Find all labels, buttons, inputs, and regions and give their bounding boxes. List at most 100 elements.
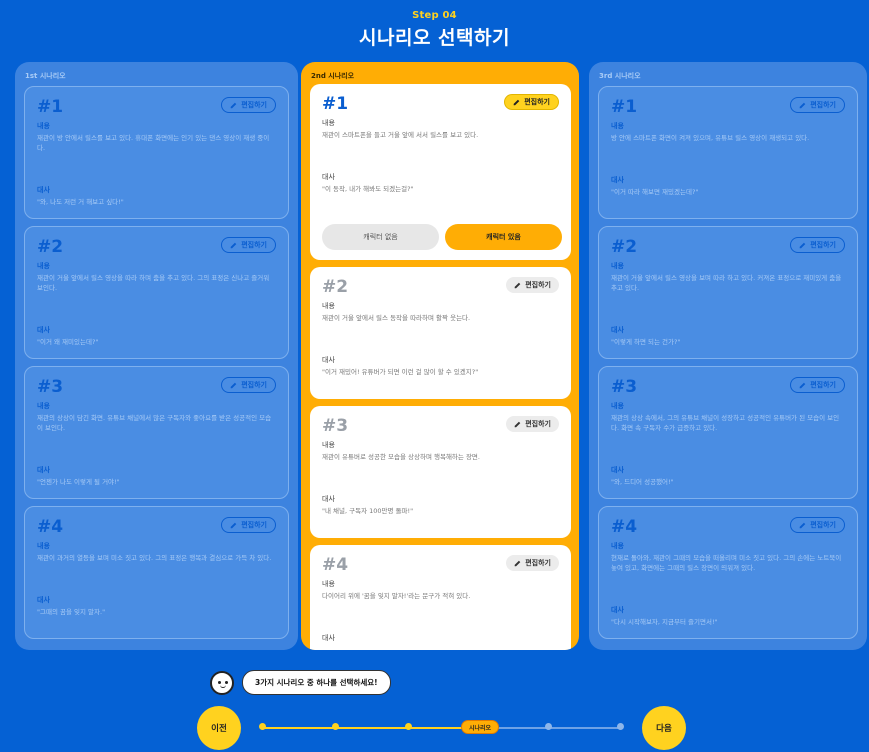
- header: Step 04 시나리오 선택하기: [0, 10, 869, 50]
- progress-step-dot: [259, 723, 266, 730]
- scenario-column-label: 2nd 시나리오: [311, 72, 355, 80]
- edit-button[interactable]: 편집하기: [506, 277, 559, 293]
- scene-card[interactable]: #4 편집하기 내용 다이어리 위에 '꿈을 잊지 말자!'라는 문구가 적혀 …: [310, 545, 571, 650]
- line-label: 대사: [37, 186, 50, 194]
- page-title: 시나리오 선택하기: [359, 27, 510, 49]
- edit-button-label: 편집하기: [525, 559, 551, 567]
- scene-content: 재관이 스마트폰을 들고 거울 앞에 서서 릴스를 보고 있다.: [322, 131, 479, 139]
- edit-button-label: 편집하기: [810, 381, 836, 389]
- edit-button[interactable]: 편집하기: [504, 94, 559, 110]
- edit-button[interactable]: 편집하기: [506, 555, 559, 571]
- edit-button-label: 편집하기: [810, 241, 836, 249]
- scene-content: 재관이 거울 앞에서 릴스 영상을 따라 하며 춤을 추고 있다. 그의 표정은…: [37, 274, 270, 292]
- scene-line: "이거 재밌어! 유튜버가 되면 이런 걸 많이 할 수 있겠지?": [322, 368, 479, 376]
- edit-button[interactable]: 편집하기: [790, 237, 845, 253]
- scene-content: 재관이 방 안에서 릴스를 보고 있다. 휴대폰 화면에는 인기 있는 댄스 영…: [37, 134, 270, 152]
- edit-button[interactable]: 편집하기: [790, 377, 845, 393]
- next-button[interactable]: 다음: [642, 706, 686, 750]
- edit-button[interactable]: 편집하기: [221, 237, 276, 253]
- pencil-icon: [514, 282, 521, 288]
- pencil-icon: [514, 560, 521, 566]
- scene-card[interactable]: #3 편집하기 내용 재관의 상상이 담긴 화면. 유튜브 채널에서 많은 구독…: [24, 366, 289, 499]
- line-label: 대사: [322, 634, 335, 642]
- guide-bubble: 3가지 시나리오 중 하나를 선택하세요!: [242, 670, 391, 695]
- scene-card[interactable]: #4 편집하기 내용 현재로 돌아와, 재관이 그때의 모습을 떠올리며 미소 …: [598, 506, 858, 639]
- scene-card[interactable]: #2 편집하기 내용 재관이 거울 앞에서 릴스 동작을 따라하며 활짝 웃는다…: [310, 267, 571, 399]
- current-step-badge: 시나리오: [461, 720, 500, 734]
- pencil-icon: [230, 242, 237, 248]
- character-toggle: 캐릭터 없음 캐릭터 있음: [322, 224, 562, 250]
- scene-content: 재관이 거울 앞에서 릴스 동작을 따라하며 활짝 웃는다.: [322, 314, 471, 322]
- pencil-icon: [513, 99, 520, 105]
- scene-content: 현재로 돌아와, 재관이 그때의 모습을 떠올리며 미소 짓고 있다. 그의 손…: [611, 554, 842, 572]
- pencil-icon: [230, 382, 237, 388]
- edit-button[interactable]: 편집하기: [790, 97, 845, 113]
- scene-line: "이거 따라 해보면 재밌겠는데?": [611, 188, 699, 196]
- scene-content: 재관의 상상이 담긴 화면. 유튜브 채널에서 많은 구독자와 좋아요를 받은 …: [37, 414, 272, 432]
- scene-line: "그때의 꿈을 잊지 말자.": [37, 608, 106, 616]
- edit-button-label: 편집하기: [810, 521, 836, 529]
- edit-button-label: 편집하기: [524, 98, 550, 106]
- scene-content: 재관이 유튜버로 성공한 모습을 상상하며 행복해하는 장면.: [322, 453, 480, 461]
- edit-button[interactable]: 편집하기: [221, 517, 276, 533]
- line-label: 대사: [37, 466, 50, 474]
- line-label: 대사: [611, 466, 624, 474]
- scene-line: "내 채널, 구독자 100만명 돌파!": [322, 507, 414, 515]
- scene-card[interactable]: #1 편집하기 내용 방 안에 스마트폰 화면이 켜져 있으며, 유튜브 릴스 …: [598, 86, 858, 219]
- scene-line: "와, 드디어 성공했어!": [611, 478, 674, 486]
- scene-line: "이 동작, 내가 해봐도 되겠는걸?": [322, 185, 414, 193]
- pencil-icon: [514, 421, 521, 427]
- pencil-icon: [799, 102, 806, 108]
- content-label: 내용: [322, 580, 335, 588]
- edit-button-label: 편집하기: [241, 521, 267, 529]
- edit-button[interactable]: 편집하기: [221, 97, 276, 113]
- scene-content: 다이어리 위에 '꿈을 잊지 말자!'라는 문구가 적혀 있다.: [322, 592, 471, 600]
- pencil-icon: [799, 382, 806, 388]
- scenario-column-3[interactable]: 3rd 시나리오 #1 편집하기 내용 방 안에 스마트폰 화면이 켜져 있으며…: [589, 62, 867, 650]
- pencil-icon: [799, 522, 806, 528]
- scene-card[interactable]: #4 편집하기 내용 재관이 과거의 열등을 보며 미소 짓고 있다. 그의 표…: [24, 506, 289, 639]
- content-label: 내용: [322, 119, 335, 127]
- edit-button-label: 편집하기: [241, 381, 267, 389]
- edit-button[interactable]: 편집하기: [790, 517, 845, 533]
- edit-button-label: 편집하기: [241, 101, 267, 109]
- scene-content: 재관이 거울 앞에서 릴스 영상을 보며 따라 하고 있다. 커져온 표정으로 …: [611, 274, 842, 292]
- line-label: 대사: [322, 495, 335, 503]
- prev-button[interactable]: 이전: [197, 706, 241, 750]
- pencil-icon: [799, 242, 806, 248]
- character-off-button[interactable]: 캐릭터 없음: [322, 224, 439, 250]
- scene-card[interactable]: #1 편집하기 내용 재관이 스마트폰을 들고 거울 앞에 서서 릴스를 보고 …: [310, 84, 571, 260]
- content-label: 내용: [37, 402, 50, 410]
- edit-button[interactable]: 편집하기: [506, 416, 559, 432]
- edit-button[interactable]: 편집하기: [221, 377, 276, 393]
- character-on-button[interactable]: 캐릭터 있음: [445, 224, 562, 250]
- scene-content: 재관이 과거의 열등을 보며 미소 짓고 있다. 그의 표정은 행복과 결심으로…: [37, 554, 272, 562]
- content-label: 내용: [611, 122, 624, 130]
- scenario-column-2[interactable]: 2nd 시나리오 #1 편집하기 내용 재관이 스마트폰을 들고 거울 앞에 서…: [301, 62, 579, 650]
- line-label: 대사: [322, 173, 335, 181]
- edit-button-label: 편집하기: [810, 101, 836, 109]
- pencil-icon: [230, 102, 237, 108]
- scene-card[interactable]: #2 편집하기 내용 재관이 거울 앞에서 릴스 영상을 따라 하며 춤을 추고…: [24, 226, 289, 359]
- content-label: 내용: [37, 122, 50, 130]
- progress-step-dot: [332, 723, 339, 730]
- content-label: 내용: [37, 262, 50, 270]
- line-label: 대사: [37, 596, 50, 604]
- scene-card[interactable]: #3 편집하기 내용 재관이 유튜버로 성공한 모습을 상상하며 행복해하는 장…: [310, 406, 571, 538]
- scene-card[interactable]: #2 편집하기 내용 재관이 거울 앞에서 릴스 영상을 보며 따라 하고 있다…: [598, 226, 858, 359]
- scenario-column-1[interactable]: 1st 시나리오 #1 편집하기 내용 재관이 방 안에서 릴스를 보고 있다.…: [15, 62, 298, 650]
- progress-track: [262, 727, 622, 729]
- scene-card[interactable]: #3 편집하기 내용 재관의 상상 속에서, 그의 유튜브 채널이 성장하고 성…: [598, 366, 858, 499]
- line-label: 대사: [611, 326, 624, 334]
- progress-step-dot: [405, 723, 412, 730]
- scene-card[interactable]: #1 편집하기 내용 재관이 방 안에서 릴스를 보고 있다. 휴대폰 화면에는…: [24, 86, 289, 219]
- content-label: 내용: [322, 441, 335, 449]
- edit-button-label: 편집하기: [525, 281, 551, 289]
- scene-content: 방 안에 스마트폰 화면이 켜져 있으며, 유튜브 릴스 영상이 재생되고 있다…: [611, 134, 810, 142]
- scene-line: "이거 왜 재미있는데?": [37, 338, 99, 346]
- content-label: 내용: [611, 402, 624, 410]
- content-label: 내용: [611, 542, 624, 550]
- pencil-icon: [230, 522, 237, 528]
- content-label: 내용: [322, 302, 335, 310]
- content-label: 내용: [37, 542, 50, 550]
